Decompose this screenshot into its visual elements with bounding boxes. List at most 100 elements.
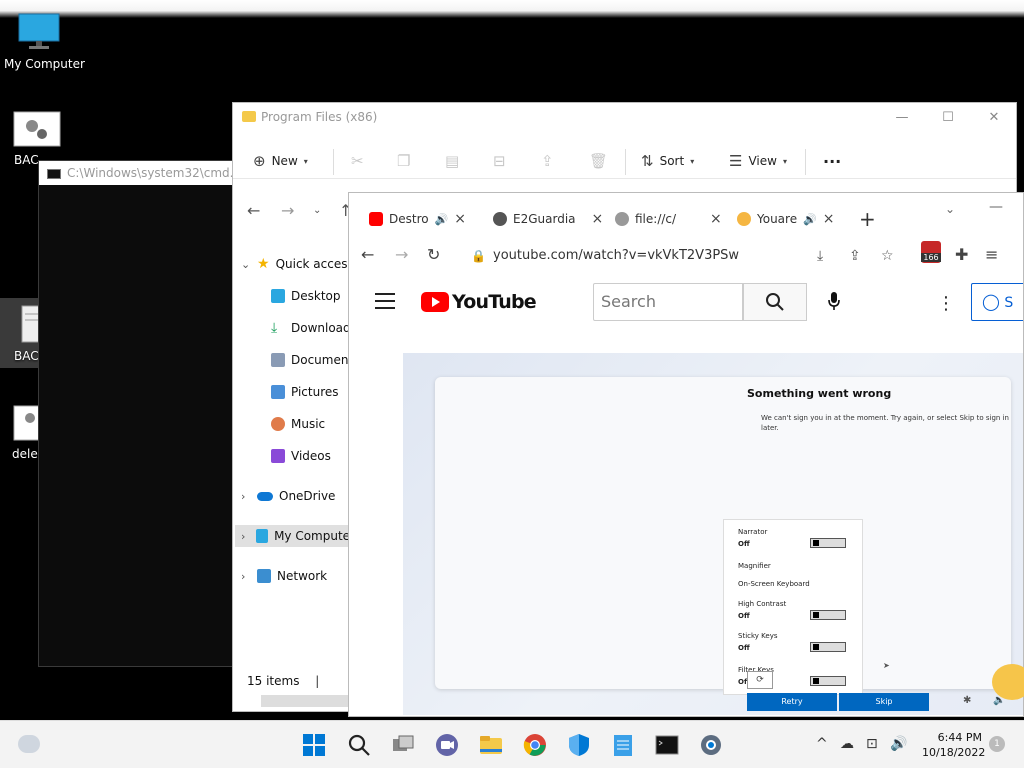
tree-item-onedrive[interactable]: › OneDrive	[241, 485, 335, 507]
video-player[interactable]: Something went wrong We can't sign you i…	[403, 353, 1023, 715]
notification-badge[interactable]: 1	[989, 736, 1005, 752]
chevron-down-icon[interactable]: ⌄	[313, 205, 321, 216]
tab-youare[interactable]: Youare 🔊 ×	[737, 207, 835, 231]
narrator-label: Narrator	[738, 528, 768, 536]
weather-cloud-icon[interactable]	[18, 735, 40, 753]
pictures-icon	[271, 385, 285, 399]
tab-file[interactable]: file://c/ ×	[615, 207, 722, 231]
new-label: New	[271, 154, 298, 168]
close-icon[interactable]: ×	[454, 211, 466, 227]
more-options-button[interactable]: ...	[823, 148, 841, 167]
share-icon[interactable]: ⇪	[849, 243, 861, 269]
tree-item-network[interactable]: › Network	[241, 565, 327, 587]
clock[interactable]: 6:44 PM 10/18/2022	[922, 730, 985, 760]
search-icon[interactable]	[347, 733, 371, 757]
videos-icon	[271, 449, 285, 463]
tab-e2guardian[interactable]: E2Guardia ×	[493, 207, 603, 231]
sticky-keys-toggle[interactable]	[810, 642, 846, 652]
oobe-dialog: Something went wrong We can't sign you i…	[435, 377, 1011, 695]
more-vertical-icon[interactable]: ⋮	[937, 293, 955, 314]
install-icon[interactable]: ⤓	[817, 243, 823, 269]
paste-button[interactable]: ▤	[445, 152, 459, 170]
speaker-icon[interactable]: 🔊	[435, 213, 449, 226]
chevron-up-icon[interactable]: ^	[816, 736, 828, 752]
address-bar[interactable]: 🔒 youtube.com/watch?v=vkVkT2V3PSw ⤓ ⇪ ☆	[459, 243, 899, 269]
tree-item-music[interactable]: Music	[271, 413, 325, 435]
desktop-icon-bac-selected[interactable]: BAC	[0, 298, 43, 368]
tree-item-pictures[interactable]: Pictures	[271, 381, 339, 403]
terminal-icon[interactable]	[655, 733, 679, 757]
back-arrow-icon[interactable]: ←	[361, 245, 374, 264]
cmd-titlebar[interactable]: C:\Windows\system32\cmd.ex	[39, 161, 237, 185]
copy-button[interactable]: ❐	[397, 152, 410, 170]
defender-shield-icon[interactable]	[567, 733, 591, 757]
horizontal-scrollbar[interactable]	[261, 695, 349, 707]
share-button[interactable]: ⇪	[541, 152, 554, 170]
desktop-icon-bac[interactable]: BAC	[12, 110, 68, 167]
minimize-icon[interactable]: —	[879, 107, 925, 129]
skip-button[interactable]: Skip	[839, 693, 929, 711]
close-icon[interactable]: ×	[592, 211, 604, 227]
tree-item-desktop[interactable]: Desktop	[271, 285, 341, 307]
sort-button[interactable]: ⇅ Sort ▾	[641, 152, 694, 170]
tab-search-icon[interactable]: ⌄	[945, 197, 955, 221]
network-icon[interactable]: ⊡	[866, 736, 878, 752]
search-input[interactable]: Search	[593, 283, 743, 321]
desktop-icon-my-computer[interactable]: My Computer	[4, 12, 85, 71]
star-icon[interactable]: ☆	[881, 243, 894, 269]
explorer-titlebar[interactable]: Program Files (x86) — ☐ ✕	[233, 103, 1016, 131]
volume-icon[interactable]: 🔊	[890, 736, 907, 752]
forward-arrow-icon[interactable]: →	[395, 245, 408, 264]
speaker-icon[interactable]: 🔊	[803, 213, 817, 226]
desktop-icon-label: My Computer	[4, 57, 85, 71]
cut-button[interactable]: ✂	[351, 152, 364, 170]
file-explorer-icon[interactable]	[479, 733, 503, 757]
maximize-icon[interactable]: ☐	[925, 107, 971, 129]
reload-icon[interactable]: ↻	[427, 245, 440, 264]
rename-icon: ⊟	[493, 152, 506, 170]
tab-youtube[interactable]: Destro 🔊 ×	[369, 207, 466, 231]
media-queue-icon[interactable]: ≡	[985, 245, 998, 264]
minimize-icon[interactable]: —	[989, 195, 1003, 219]
narrator-toggle[interactable]	[810, 538, 846, 548]
tree-item-videos[interactable]: Videos	[271, 445, 331, 467]
retry-button[interactable]: Retry	[747, 693, 837, 711]
microphone-icon[interactable]	[827, 291, 841, 316]
cloud-offline-icon[interactable]: ☁	[840, 736, 854, 752]
cmd-window[interactable]: C:\Windows\system32\cmd.ex	[38, 160, 238, 667]
back-arrow-icon[interactable]: ←	[247, 201, 260, 220]
close-icon[interactable]: ✕	[971, 107, 1017, 129]
skip-label: Skip	[875, 697, 893, 706]
settings-gear-icon[interactable]	[699, 733, 723, 757]
tree-item-quick-access[interactable]: ⌄ ★ Quick access	[241, 253, 354, 275]
search-button[interactable]	[743, 283, 807, 321]
view-button[interactable]: ☰ View ▾	[729, 152, 787, 170]
delete-button[interactable]: 🗑	[589, 152, 608, 170]
network-icon	[257, 569, 271, 583]
tree-item-documents[interactable]: Documents	[271, 349, 359, 371]
filter-keys-toggle[interactable]	[810, 676, 846, 686]
new-button[interactable]: ⊕ New ▾	[253, 152, 308, 170]
sign-in-button[interactable]: ◯ S	[971, 283, 1023, 321]
close-icon[interactable]: ×	[710, 211, 722, 227]
youtube-logo[interactable]: YouTube	[421, 291, 537, 313]
browser-window[interactable]: Destro 🔊 × E2Guardia × file://c/ × Youar…	[348, 192, 1024, 717]
rename-button[interactable]: ⊟	[493, 152, 506, 170]
forward-arrow-icon[interactable]: →	[281, 201, 294, 220]
notepad-icon[interactable]	[611, 733, 635, 757]
start-windows-icon[interactable]	[302, 733, 326, 757]
close-icon[interactable]: ×	[823, 211, 835, 227]
task-view-icon[interactable]	[391, 733, 415, 757]
extension-badge-icon[interactable]: 166	[921, 241, 941, 263]
chrome-icon[interactable]	[523, 733, 547, 757]
new-tab-button[interactable]: +	[859, 207, 876, 231]
hamburger-menu-icon[interactable]	[375, 293, 395, 314]
accessibility-button[interactable]: ⟳	[747, 671, 773, 689]
high-contrast-toggle[interactable]	[810, 610, 846, 620]
tree-item-my-computer[interactable]: › My Computer	[235, 525, 355, 547]
magnifier-label: Magnifier	[738, 562, 771, 570]
puzzle-icon[interactable]: ✚	[955, 245, 968, 264]
music-icon	[271, 417, 285, 431]
tree-item-downloads[interactable]: ⤓ Downloads	[271, 317, 357, 339]
teams-chat-icon[interactable]	[435, 733, 459, 757]
